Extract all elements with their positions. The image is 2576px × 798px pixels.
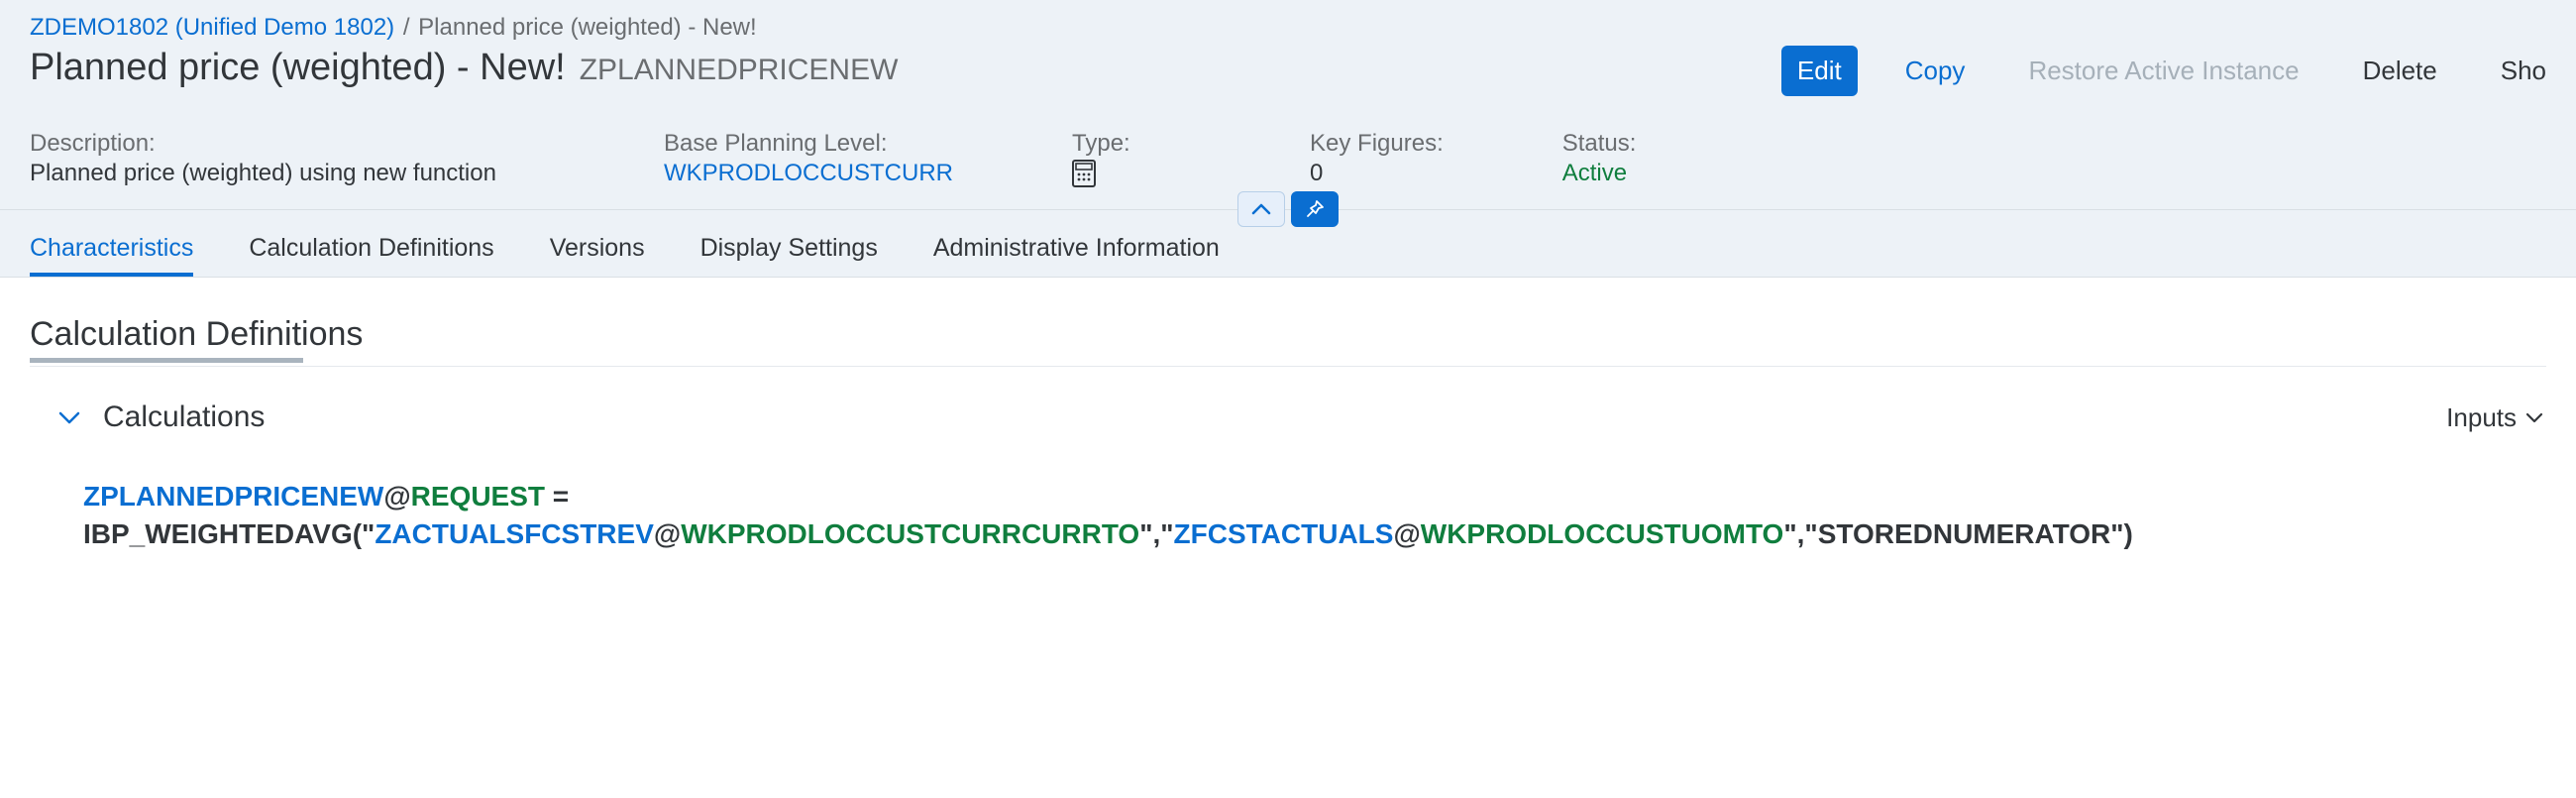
fact-value: Planned price (weighted) using new funct…: [30, 160, 545, 187]
formula-function: IBP_WEIGHTEDAVG(": [83, 518, 375, 549]
inputs-button-label: Inputs: [2446, 402, 2517, 433]
formula-equals: =: [545, 481, 569, 512]
restore-active-instance-button: Restore Active Instance: [2012, 46, 2314, 96]
formula-separator: ",": [1783, 518, 1817, 549]
fact-label: Status:: [1562, 130, 1681, 158]
subsection-header: Calculations Inputs: [30, 400, 2546, 434]
copy-button[interactable]: Copy: [1889, 46, 1982, 96]
content-area: Calculation Definitions Calculations Inp…: [0, 278, 2576, 593]
breadcrumb: ZDEMO1802 (Unified Demo 1802) / Planned …: [30, 14, 2546, 42]
formula-key-figure: ZPLANNEDPRICENEW: [83, 481, 383, 512]
title-row: Planned price (weighted) - New! ZPLANNED…: [30, 46, 2546, 96]
pin-header-button[interactable]: [1291, 191, 1339, 227]
formula-at: @: [383, 481, 410, 512]
formula-separator: ",": [1139, 518, 1173, 549]
fact-base-planning-level: Base Planning Level: WKPRODLOCCUSTCURR: [664, 130, 953, 187]
section-title: Calculation Definitions: [30, 315, 2546, 354]
show-button[interactable]: Sho: [2485, 46, 2546, 96]
formula-planning-level: WKPRODLOCCUSTUOMTO: [1421, 518, 1784, 549]
tab-versions[interactable]: Versions: [550, 234, 645, 277]
calculation-formula: ZPLANNEDPRICENEW@REQUEST = IBP_WEIGHTEDA…: [30, 478, 2546, 553]
section-divider: [30, 366, 2546, 367]
fact-label: Base Planning Level:: [664, 130, 953, 158]
breadcrumb-separator: /: [403, 14, 410, 41]
formula-line-1: ZPLANNEDPRICENEW@REQUEST =: [83, 478, 2546, 515]
formula-key-figure: ZACTUALSFCSTREV: [375, 518, 654, 549]
object-page-header: ZDEMO1802 (Unified Demo 1802) / Planned …: [0, 0, 2576, 210]
fact-type: Type:: [1072, 130, 1191, 187]
subsection-title: Calculations: [103, 400, 265, 434]
inputs-button[interactable]: Inputs: [2446, 402, 2544, 433]
tab-calculation-definitions[interactable]: Calculation Definitions: [249, 234, 493, 277]
tab-administrative-information[interactable]: Administrative Information: [933, 234, 1220, 277]
pin-icon: [1305, 199, 1325, 219]
breadcrumb-current: Planned price (weighted) - New!: [418, 14, 757, 41]
page-object-code: ZPLANNEDPRICENEW: [580, 54, 899, 87]
formula-close: "): [2110, 518, 2133, 549]
fact-label: Type:: [1072, 130, 1191, 158]
formula-at: @: [1393, 518, 1420, 549]
page-title: Planned price (weighted) - New!: [30, 47, 566, 89]
collapse-header-button[interactable]: [1237, 191, 1285, 227]
formula-planning-level: REQUEST: [411, 481, 545, 512]
calculator-icon: [1072, 160, 1191, 187]
delete-button[interactable]: Delete: [2347, 46, 2453, 96]
status-badge: Active: [1562, 160, 1681, 187]
header-actions: Edit Copy Restore Active Instance Delete…: [1781, 46, 2546, 96]
chevron-down-icon: [2524, 410, 2544, 424]
formula-key-figure: ZFCSTACTUALS: [1174, 518, 1394, 549]
breadcrumb-root-link[interactable]: ZDEMO1802 (Unified Demo 1802): [30, 14, 394, 41]
fact-value: 0: [1310, 160, 1444, 187]
chevron-up-icon: [1251, 202, 1271, 216]
formula-planning-level: WKPRODLOCCUSTCURRCURRTO: [681, 518, 1139, 549]
header-collapse-handle: [1237, 191, 1339, 227]
fact-description: Description: Planned price (weighted) us…: [30, 130, 545, 187]
fact-status: Status: Active: [1562, 130, 1681, 187]
formula-line-2: IBP_WEIGHTEDAVG("ZACTUALSFCSTREV@WKPRODL…: [83, 515, 2546, 553]
base-planning-level-link[interactable]: WKPRODLOCCUSTCURR: [664, 160, 953, 187]
formula-at: @: [654, 518, 681, 549]
formula-literal: STOREDNUMERATOR: [1818, 518, 2111, 549]
fact-label: Description:: [30, 130, 545, 158]
fact-label: Key Figures:: [1310, 130, 1444, 158]
chevron-down-icon[interactable]: [57, 409, 81, 425]
tab-characteristics[interactable]: Characteristics: [30, 234, 193, 277]
section-underline: [30, 358, 303, 363]
fact-key-figures: Key Figures: 0: [1310, 130, 1444, 187]
edit-button[interactable]: Edit: [1781, 46, 1858, 96]
tab-display-settings[interactable]: Display Settings: [700, 234, 878, 277]
